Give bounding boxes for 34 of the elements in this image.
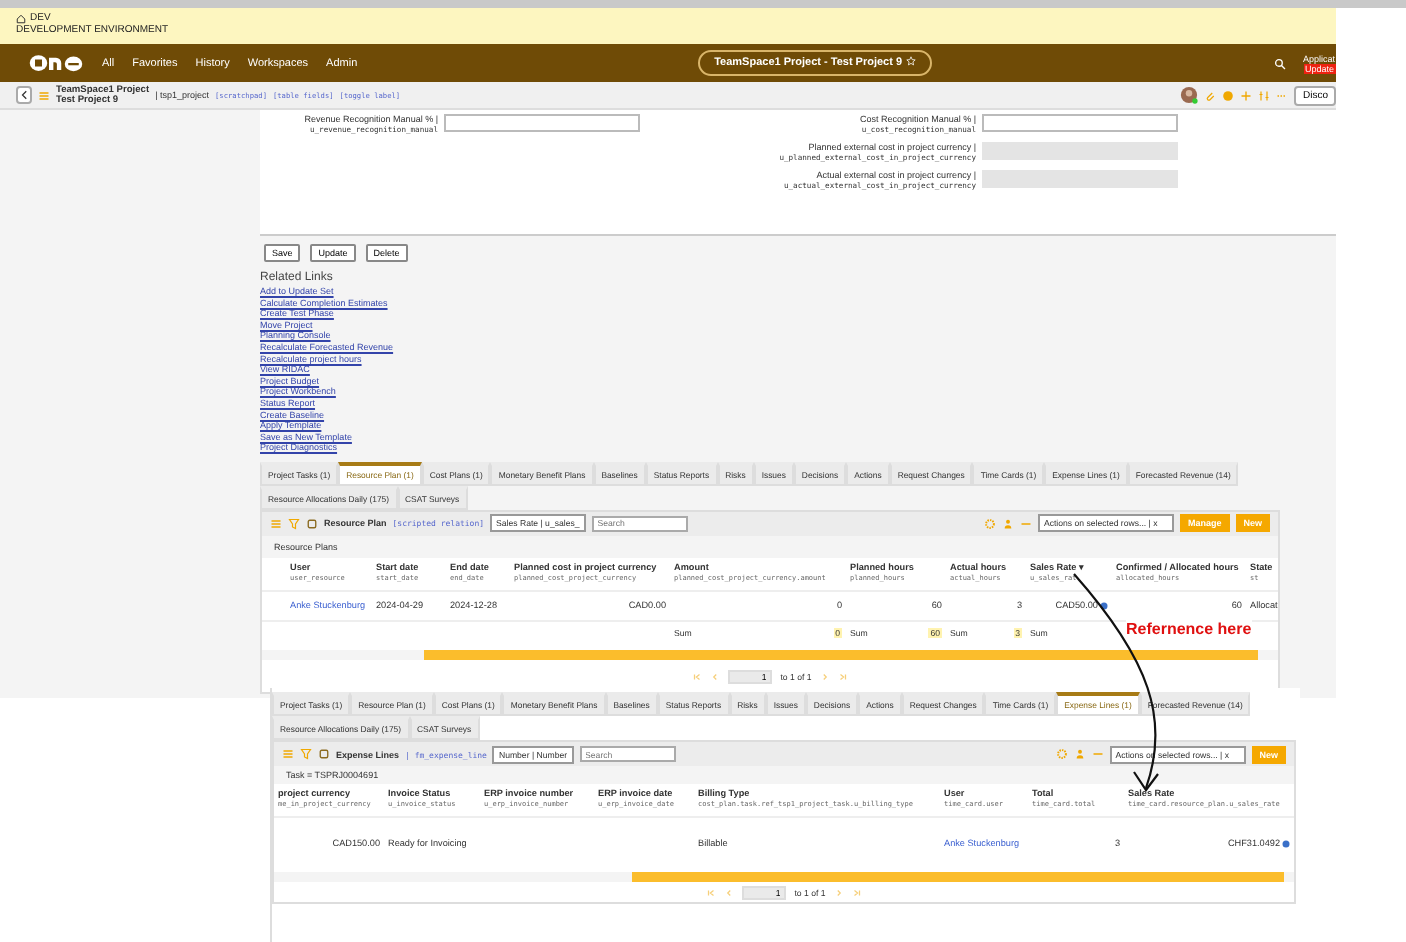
first-page-icon[interactable] — [706, 887, 717, 898]
filter-icon[interactable] — [288, 517, 300, 530]
gear-icon[interactable] — [983, 517, 996, 530]
menu-icon[interactable] — [282, 748, 294, 760]
minus-icon[interactable] — [1091, 748, 1104, 760]
next-page-icon[interactable] — [819, 671, 830, 682]
person-icon[interactable] — [1073, 748, 1086, 760]
back-button[interactable] — [16, 86, 32, 104]
previous-page-icon[interactable] — [724, 887, 735, 898]
minus-icon[interactable] — [1019, 517, 1032, 530]
more-icon[interactable] — [1276, 89, 1289, 101]
search-icon[interactable] — [1273, 57, 1285, 69]
star-icon[interactable] — [906, 56, 917, 67]
first-page-icon[interactable] — [692, 671, 703, 682]
input-field[interactable] — [444, 114, 640, 132]
home-icon — [16, 13, 26, 23]
menu-icon[interactable] — [38, 89, 50, 101]
last-page-icon[interactable] — [851, 887, 862, 898]
filter-icon[interactable] — [300, 748, 312, 760]
horizontal-scrollbar[interactable] — [262, 649, 1278, 660]
avatar-icon[interactable] — [1180, 86, 1199, 104]
gear-icon[interactable] — [1055, 748, 1068, 760]
sliders-icon[interactable] — [1258, 89, 1271, 101]
paperclip-icon[interactable] — [1204, 89, 1217, 101]
person-icon[interactable] — [1001, 517, 1014, 530]
previous-page-icon[interactable] — [710, 671, 721, 682]
annotation-text: Refernence here — [1126, 620, 1252, 638]
last-page-icon[interactable] — [837, 671, 848, 682]
logo-icon[interactable] — [28, 52, 84, 74]
info-icon[interactable] — [1100, 601, 1108, 610]
menu-icon[interactable] — [270, 517, 282, 530]
next-page-icon[interactable] — [833, 887, 844, 898]
horizontal-scrollbar[interactable] — [274, 871, 1294, 882]
input-field[interactable] — [982, 114, 1178, 132]
